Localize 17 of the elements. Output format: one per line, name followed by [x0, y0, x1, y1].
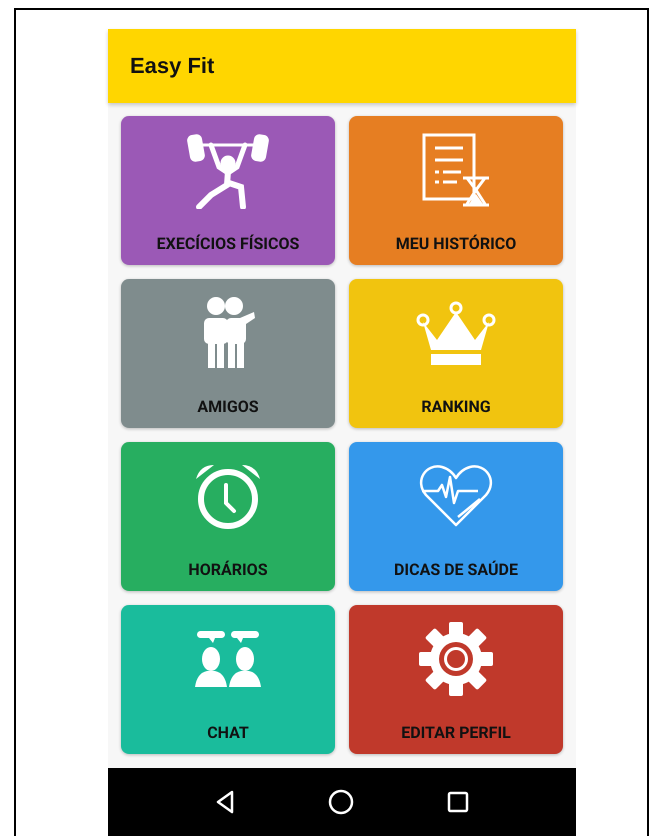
- menu-tile[interactable]: HORÁRIOS: [121, 442, 335, 591]
- menu-tile[interactable]: MEU HISTÓRICO: [349, 116, 563, 265]
- menu-tile[interactable]: EDITAR PERFIL: [349, 605, 563, 754]
- back-icon[interactable]: [214, 790, 235, 814]
- two-people-chat-icon: [195, 629, 261, 689]
- document-hourglass-icon: [421, 132, 491, 208]
- menu-tile[interactable]: AMIGOS: [121, 279, 335, 428]
- gear-icon: [418, 620, 494, 698]
- crown-icon: [415, 300, 497, 366]
- home-icon[interactable]: [328, 789, 354, 815]
- recents-icon[interactable]: [447, 791, 470, 813]
- app-title: Easy Fit: [130, 53, 214, 79]
- heartbeat-icon: [418, 463, 494, 529]
- menu-tile[interactable]: DICAS DE SAÚDE: [349, 442, 563, 591]
- menu-tile[interactable]: EXECÍCIOS FÍSICOS: [121, 116, 335, 265]
- menu-tile[interactable]: CHAT: [121, 605, 335, 754]
- menu-tile[interactable]: RANKING: [349, 279, 563, 428]
